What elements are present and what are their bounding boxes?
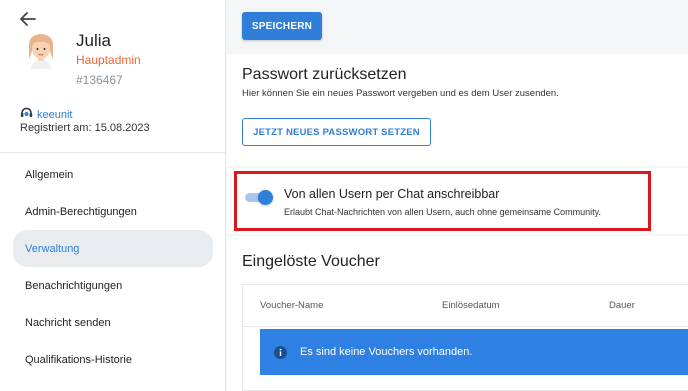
main-content: SPEICHERN Passwort zurücksetzen Hier kön… [227, 0, 688, 391]
set-new-password-button[interactable]: JETZT NEUES PASSWORT SETZEN [242, 118, 431, 146]
user-name: Julia [76, 31, 111, 50]
sidebar-nav: Allgemein Admin-Berechtigungen Verwaltun… [0, 156, 226, 378]
organization-link[interactable]: keeunit [37, 109, 72, 121]
sidebar-item-allgemein[interactable]: Allgemein [0, 156, 226, 193]
chat-setting-card: Von allen Usern per Chat anschreibbar Er… [227, 168, 688, 234]
column-voucher-name[interactable]: Voucher-Name [260, 300, 323, 311]
user-role: Hauptadmin [76, 53, 141, 67]
info-icon [274, 345, 287, 359]
password-reset-description: Hier können Sie ein neues Passwort verge… [242, 88, 559, 99]
toggle-knob [258, 190, 273, 205]
column-einloesedatum[interactable]: Einlösedatum [442, 300, 500, 311]
empty-vouchers-message: Es sind keine Vouchers vorhanden. [300, 346, 473, 358]
sidebar: Julia Hauptadmin #136467 keeunit Registr… [0, 0, 226, 391]
table-header: Voucher-Name Einlösedatum Dauer [243, 285, 688, 327]
back-arrow-icon[interactable] [17, 8, 39, 30]
sidebar-item-verwaltung[interactable]: Verwaltung [13, 230, 213, 267]
password-reset-card: Passwort zurücksetzen Hier können Sie ei… [227, 54, 688, 166]
chat-setting-title: Von allen Usern per Chat anschreibbar [284, 187, 500, 201]
vouchers-title: Eingelöste Voucher [242, 253, 380, 270]
sidebar-item-qualifikations-historie[interactable]: Qualifikations-Historie [0, 341, 226, 378]
chat-setting-description: Erlaubt Chat-Nachrichten von allen Usern… [284, 207, 601, 217]
password-reset-title: Passwort zurücksetzen [242, 66, 407, 83]
avatar [23, 31, 59, 69]
chat-toggle[interactable] [245, 190, 273, 205]
sidebar-item-benachrichtigungen[interactable]: Benachrichtigungen [0, 267, 226, 304]
sidebar-divider [0, 152, 226, 153]
column-dauer[interactable]: Dauer [609, 300, 635, 311]
save-button[interactable]: SPEICHERN [242, 12, 322, 40]
sidebar-item-nachricht-senden[interactable]: Nachricht senden [0, 304, 226, 341]
vouchers-table: Voucher-Name Einlösedatum Dauer Es sind … [242, 284, 688, 391]
sidebar-item-admin-berechtigungen[interactable]: Admin-Berechtigungen [0, 193, 226, 230]
vouchers-card: Eingelöste Voucher Voucher-Name Einlösed… [227, 236, 688, 391]
highlight-box [234, 171, 651, 231]
empty-vouchers-alert: Es sind keine Vouchers vorhanden. [260, 329, 688, 375]
registration-date: Registriert am: 15.08.2023 [20, 122, 150, 134]
user-id: #136467 [76, 73, 123, 87]
